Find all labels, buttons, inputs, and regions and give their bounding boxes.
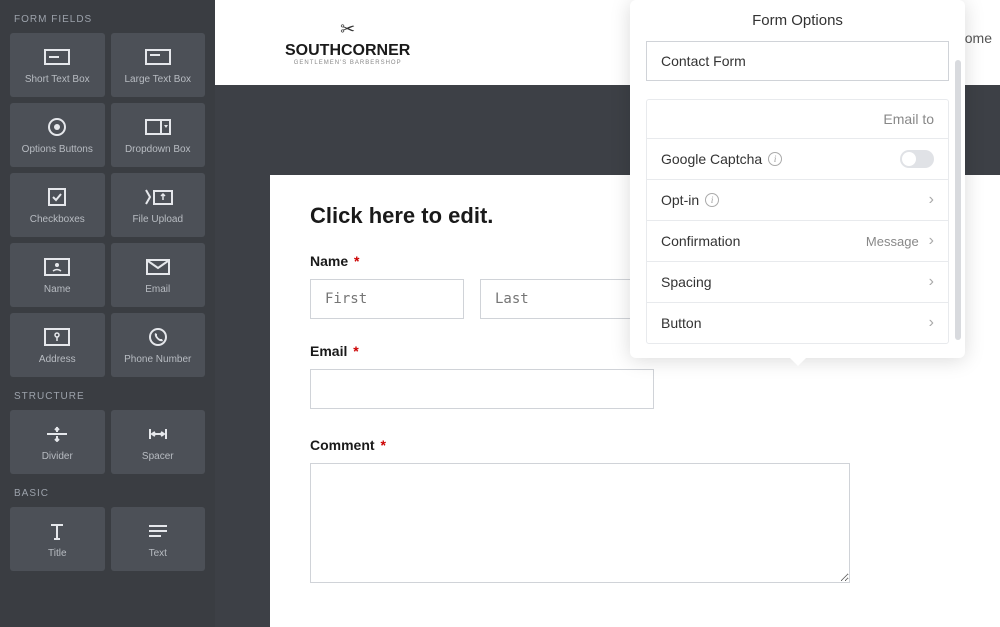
field-address[interactable]: Address (10, 313, 105, 377)
field-phone[interactable]: Phone Number (111, 313, 206, 377)
scissors-icon: ✂ (340, 19, 355, 40)
field-options-buttons[interactable]: Options Buttons (10, 103, 105, 167)
form-options-popover: Form Options Email to Google Captcha i (630, 0, 965, 358)
checkbox-icon (47, 184, 67, 210)
title-icon (47, 518, 67, 544)
spacer-icon (146, 421, 170, 447)
field-checkboxes[interactable]: Checkboxes (10, 173, 105, 237)
option-captcha[interactable]: Google Captcha i (647, 139, 948, 180)
field-text[interactable]: Text (111, 507, 206, 571)
option-button[interactable]: Button › (647, 303, 948, 343)
phone-icon (148, 324, 168, 350)
radio-icon (47, 114, 67, 140)
section-header-form-fields: FORM FIELDS (14, 14, 205, 25)
nav-home[interactable]: ome (965, 30, 992, 46)
option-optin[interactable]: Opt-in i › (647, 180, 948, 221)
upload-icon (143, 184, 173, 210)
option-spacing[interactable]: Spacing › (647, 262, 948, 303)
address-icon (44, 324, 70, 350)
info-icon[interactable]: i (705, 193, 719, 207)
field-name[interactable]: Name (10, 243, 105, 307)
email-input[interactable] (310, 369, 654, 409)
section-header-structure: STRUCTURE (14, 391, 205, 402)
name-icon (44, 254, 70, 280)
text-icon (147, 518, 169, 544)
field-short-text[interactable]: Short Text Box (10, 33, 105, 97)
dropdown-icon (145, 114, 171, 140)
popover-pointer (790, 358, 806, 366)
first-name-input[interactable] (310, 279, 464, 319)
short-text-icon (44, 44, 70, 70)
comment-label: Comment * (310, 437, 960, 453)
captcha-toggle[interactable] (900, 150, 934, 168)
field-email[interactable]: Email (111, 243, 206, 307)
chevron-right-icon: › (929, 191, 934, 209)
popover-scrollbar[interactable] (955, 60, 961, 340)
field-dropdown[interactable]: Dropdown Box (111, 103, 206, 167)
field-divider[interactable]: Divider (10, 410, 105, 474)
email-icon (146, 254, 170, 280)
large-text-icon (145, 44, 171, 70)
brand-logo: ✂ SOUTHCORNER GENTLEMEN'S BARBERSHOP (285, 19, 410, 66)
option-email-to[interactable]: Email to (647, 100, 948, 139)
field-title[interactable]: Title (10, 507, 105, 571)
option-confirmation[interactable]: Confirmation Message › (647, 221, 948, 262)
field-spacer[interactable]: Spacer (111, 410, 206, 474)
comment-textarea[interactable] (310, 463, 850, 583)
info-icon[interactable]: i (768, 152, 782, 166)
main-canvas: ✂ SOUTHCORNER GENTLEMEN'S BARBERSHOP ome… (215, 0, 1000, 627)
last-name-input[interactable] (480, 279, 634, 319)
section-header-basic: BASIC (14, 488, 205, 499)
field-file-upload[interactable]: File Upload (111, 173, 206, 237)
sidebar: FORM FIELDS Short Text Box Large Text Bo… (0, 0, 215, 627)
chevron-right-icon: › (929, 232, 934, 250)
chevron-right-icon: › (929, 314, 934, 332)
divider-icon (45, 421, 69, 447)
form-name-input[interactable] (646, 41, 949, 81)
field-large-text[interactable]: Large Text Box (111, 33, 206, 97)
chevron-right-icon: › (929, 273, 934, 291)
popover-title: Form Options (630, 0, 965, 41)
